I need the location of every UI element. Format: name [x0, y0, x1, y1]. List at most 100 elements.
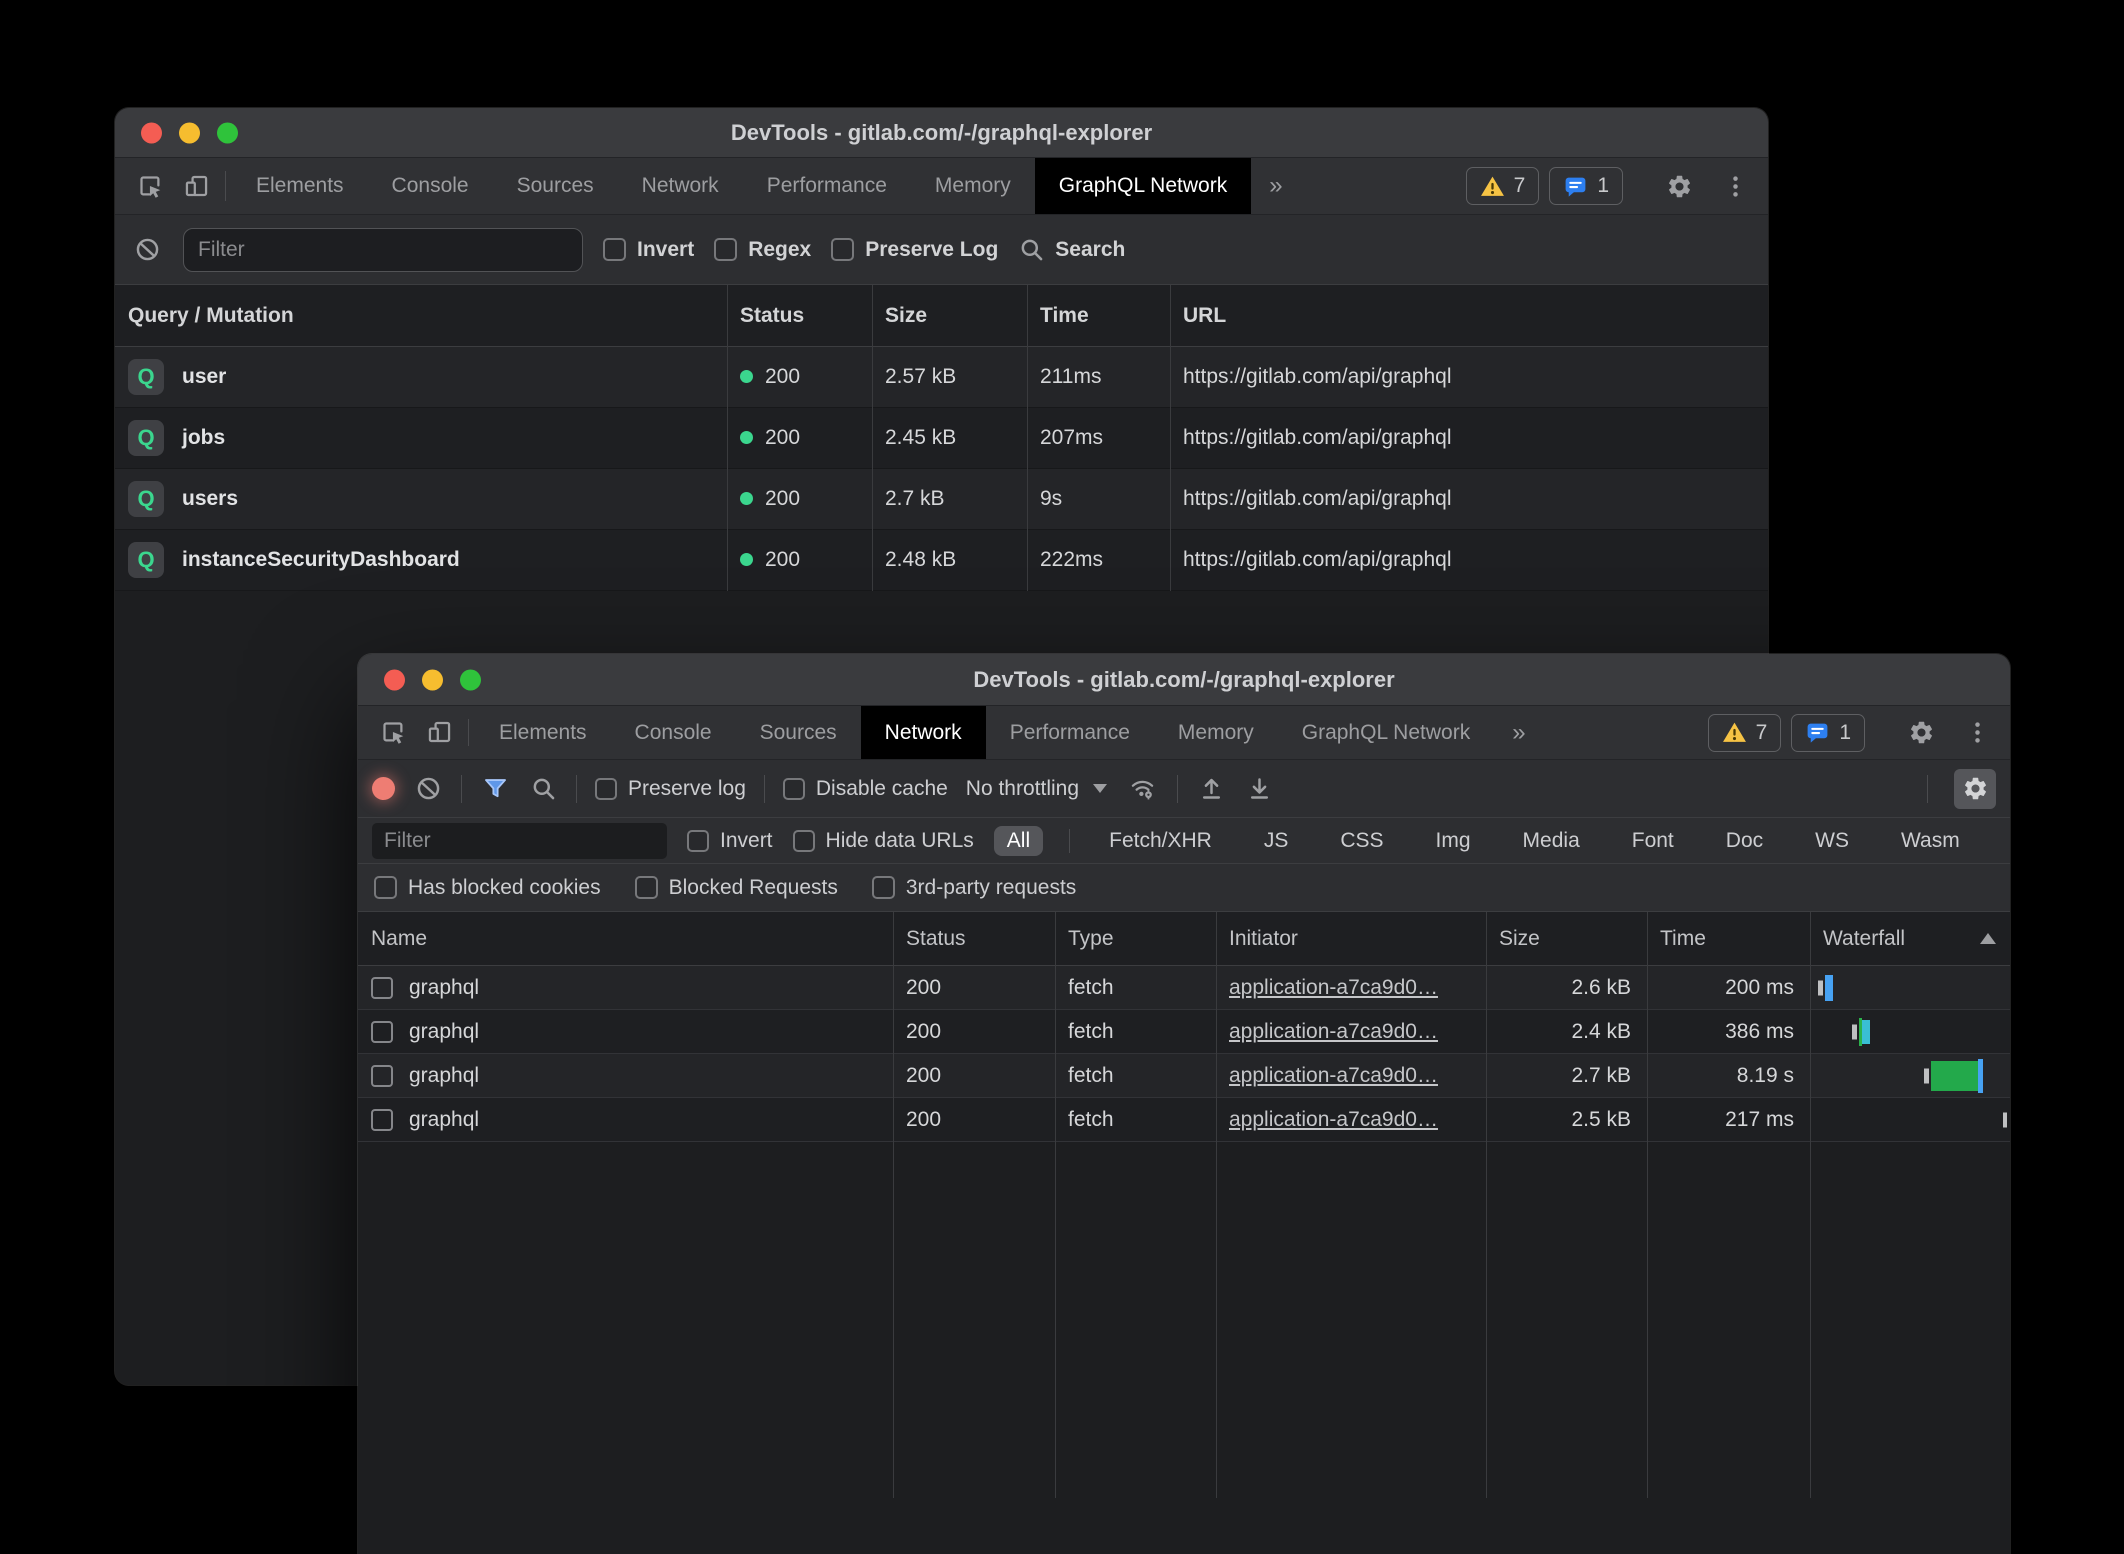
hide-data-urls-checkbox-row[interactable]: Hide data URLs: [793, 829, 974, 853]
type-filter-wasm[interactable]: Wasm: [1888, 826, 1973, 856]
type-filter-fetch-xhr[interactable]: Fetch/XHR: [1096, 826, 1225, 856]
row-checkbox[interactable]: [371, 1065, 393, 1087]
more-tabs-button[interactable]: »: [1251, 158, 1300, 214]
title-bar[interactable]: DevTools - gitlab.com/-/graphql-explorer: [358, 654, 2010, 706]
minimize-button[interactable]: [422, 669, 443, 690]
network-conditions-icon[interactable]: [1125, 775, 1159, 802]
search-icon[interactable]: [528, 775, 558, 802]
preserve-log-checkbox[interactable]: [595, 778, 617, 800]
column-header-size[interactable]: Size: [872, 304, 1027, 328]
zoom-button[interactable]: [217, 122, 238, 143]
third-party-requests-row[interactable]: 3rd-party requests: [872, 876, 1076, 900]
hide-data-urls-checkbox[interactable]: [793, 830, 815, 852]
throttling-dropdown[interactable]: No throttling: [966, 777, 1107, 801]
table-row[interactable]: graphql 200 fetch application-a7ca9d0… 2…: [358, 966, 2010, 1010]
row-checkbox[interactable]: [371, 1109, 393, 1131]
column-header-name[interactable]: Name: [358, 927, 893, 951]
type-filter-manifest[interactable]: Manifest: [1999, 826, 2010, 856]
preserve-log-checkbox[interactable]: [831, 238, 854, 261]
inspect-element-icon[interactable]: [370, 706, 416, 759]
type-filter-ws[interactable]: WS: [1802, 826, 1862, 856]
tab-performance[interactable]: Performance: [743, 158, 911, 214]
messages-badge[interactable]: 1: [1549, 167, 1623, 205]
tab-elements[interactable]: Elements: [475, 706, 611, 759]
network-settings-gear-icon[interactable]: [1954, 769, 1996, 809]
inspect-element-icon[interactable]: [127, 158, 173, 214]
column-header-query-mutation[interactable]: Query / Mutation: [115, 304, 727, 328]
type-filter-img[interactable]: Img: [1423, 826, 1484, 856]
table-row[interactable]: Quser 200 2.57 kB 211ms https://gitlab.c…: [115, 347, 1768, 408]
import-har-icon[interactable]: [1196, 775, 1226, 802]
tab-network[interactable]: Network: [618, 158, 743, 214]
column-header-waterfall[interactable]: Waterfall: [1810, 927, 2010, 951]
close-button[interactable]: [141, 122, 162, 143]
initiator-link[interactable]: application-a7ca9d0…: [1229, 976, 1438, 999]
column-header-status[interactable]: Status: [727, 304, 872, 328]
disable-cache-checkbox-row[interactable]: Disable cache: [783, 777, 948, 801]
tab-network[interactable]: Network: [861, 706, 986, 759]
tab-graphql-network[interactable]: GraphQL Network: [1035, 158, 1251, 214]
column-header-time[interactable]: Time: [1027, 304, 1170, 328]
column-header-type[interactable]: Type: [1055, 927, 1216, 951]
type-filter-css[interactable]: CSS: [1327, 826, 1396, 856]
device-toolbar-icon[interactable]: [173, 158, 219, 214]
settings-gear-icon[interactable]: [1656, 173, 1702, 200]
type-filter-media[interactable]: Media: [1510, 826, 1593, 856]
preserve-log-checkbox-row[interactable]: Preserve Log: [831, 238, 998, 262]
block-icon[interactable]: [131, 236, 163, 263]
settings-gear-icon[interactable]: [1898, 719, 1944, 746]
search-group[interactable]: Search: [1018, 236, 1125, 263]
type-filter-font[interactable]: Font: [1619, 826, 1687, 856]
table-row[interactable]: QinstanceSecurityDashboard 200 2.48 kB 2…: [115, 530, 1768, 591]
minimize-button[interactable]: [179, 122, 200, 143]
messages-badge[interactable]: 1: [1791, 714, 1865, 752]
initiator-link[interactable]: application-a7ca9d0…: [1229, 1020, 1438, 1043]
tab-memory[interactable]: Memory: [911, 158, 1035, 214]
kebab-menu-icon[interactable]: [1954, 719, 2000, 746]
table-row[interactable]: graphql 200 fetch application-a7ca9d0… 2…: [358, 1010, 2010, 1054]
type-filter-all[interactable]: All: [994, 826, 1043, 856]
clear-network-log-icon[interactable]: [413, 775, 443, 802]
invert-checkbox[interactable]: [687, 830, 709, 852]
filter-input[interactable]: [372, 823, 667, 859]
invert-checkbox-row[interactable]: Invert: [687, 829, 773, 853]
column-header-url[interactable]: URL: [1170, 304, 1768, 328]
tab-elements[interactable]: Elements: [232, 158, 368, 214]
regex-checkbox[interactable]: [714, 238, 737, 261]
warnings-badge[interactable]: 7: [1708, 714, 1782, 752]
filter-input[interactable]: [183, 228, 583, 272]
has-blocked-cookies-checkbox[interactable]: [374, 876, 397, 899]
table-row[interactable]: Qusers 200 2.7 kB 9s https://gitlab.com/…: [115, 469, 1768, 530]
warnings-badge[interactable]: 7: [1466, 167, 1540, 205]
title-bar[interactable]: DevTools - gitlab.com/-/graphql-explorer: [115, 108, 1768, 158]
initiator-link[interactable]: application-a7ca9d0…: [1229, 1108, 1438, 1131]
invert-checkbox-row[interactable]: Invert: [603, 238, 694, 262]
column-header-size[interactable]: Size: [1486, 927, 1647, 951]
tab-graphql-network[interactable]: GraphQL Network: [1278, 706, 1494, 759]
column-header-status[interactable]: Status: [893, 927, 1055, 951]
table-row[interactable]: Qjobs 200 2.45 kB 207ms https://gitlab.c…: [115, 408, 1768, 469]
disable-cache-checkbox[interactable]: [783, 778, 805, 800]
kebab-menu-icon[interactable]: [1712, 173, 1758, 200]
column-header-initiator[interactable]: Initiator: [1216, 927, 1486, 951]
export-har-icon[interactable]: [1244, 775, 1274, 802]
type-filter-doc[interactable]: Doc: [1713, 826, 1776, 856]
has-blocked-cookies-row[interactable]: Has blocked cookies: [374, 876, 601, 900]
type-filter-js[interactable]: JS: [1251, 826, 1302, 856]
close-button[interactable]: [384, 669, 405, 690]
record-button[interactable]: [372, 777, 395, 800]
tab-sources[interactable]: Sources: [493, 158, 618, 214]
more-tabs-button[interactable]: »: [1494, 706, 1543, 759]
table-row[interactable]: graphql 200 fetch application-a7ca9d0… 2…: [358, 1098, 2010, 1142]
tab-console[interactable]: Console: [611, 706, 736, 759]
tab-memory[interactable]: Memory: [1154, 706, 1278, 759]
regex-checkbox-row[interactable]: Regex: [714, 238, 811, 262]
tab-performance[interactable]: Performance: [986, 706, 1154, 759]
row-checkbox[interactable]: [371, 977, 393, 999]
preserve-log-checkbox-row[interactable]: Preserve log: [595, 777, 746, 801]
tab-console[interactable]: Console: [368, 158, 493, 214]
row-checkbox[interactable]: [371, 1021, 393, 1043]
initiator-link[interactable]: application-a7ca9d0…: [1229, 1064, 1438, 1087]
third-party-requests-checkbox[interactable]: [872, 876, 895, 899]
table-row[interactable]: graphql 200 fetch application-a7ca9d0… 2…: [358, 1054, 2010, 1098]
